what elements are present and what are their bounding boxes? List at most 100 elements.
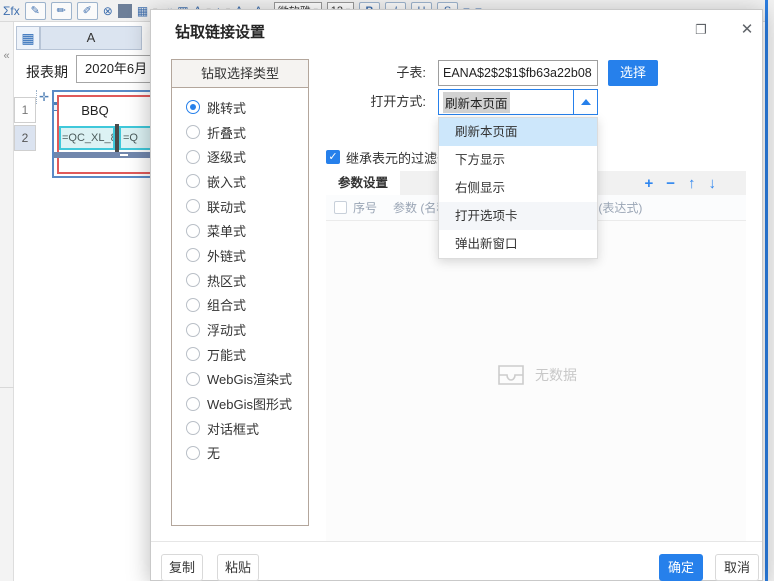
drill-type-label: 菜单式	[207, 221, 246, 240]
open-mode-option[interactable]: 刷新本页面	[439, 118, 597, 146]
footer-divider	[151, 541, 762, 542]
drill-type-option[interactable]: WebGis图形式	[186, 391, 308, 416]
drill-type-option[interactable]: 组合式	[186, 293, 308, 318]
column-header-a[interactable]: A	[40, 26, 142, 50]
drill-type-panel: 钻取选择类型 跳转式折叠式逐级式嵌入式联动式菜单式外链式热区式组合式浮动式万能式…	[171, 59, 309, 526]
pen-tool-button[interactable]: ✎	[25, 2, 46, 20]
radio-icon[interactable]	[186, 298, 200, 312]
cell-formula-left[interactable]: =QC_XL_8⤓	[59, 126, 115, 150]
drill-type-option[interactable]: WebGis渲染式	[186, 367, 308, 392]
drill-type-option[interactable]: 外链式	[186, 243, 308, 268]
brush-icon: ✐	[83, 4, 92, 17]
move-down-icon[interactable]: ↓	[709, 176, 717, 191]
drill-type-option[interactable]: 逐级式	[186, 144, 308, 169]
drill-type-option[interactable]: 对话框式	[186, 416, 308, 441]
drill-type-option[interactable]: 万能式	[186, 342, 308, 367]
drill-type-option[interactable]: 浮动式	[186, 317, 308, 342]
move-handle-icon[interactable]: ✛	[36, 90, 49, 104]
radio-icon[interactable]	[186, 100, 200, 114]
clear-icon[interactable]: ⊗	[103, 2, 113, 20]
drill-type-label: 对话框式	[207, 419, 259, 438]
param-column-header: 序号	[353, 199, 393, 216]
radio-icon[interactable]	[186, 150, 200, 164]
drill-type-option[interactable]: 无	[186, 441, 308, 466]
maximize-icon[interactable]: ❐	[689, 18, 713, 42]
cell-fill-icon[interactable]	[118, 4, 132, 18]
close-icon[interactable]: ✕	[735, 18, 759, 42]
drill-type-label: 万能式	[207, 345, 246, 364]
drill-type-option[interactable]: 嵌入式	[186, 169, 308, 194]
copy-button[interactable]: 复制	[161, 554, 203, 581]
open-mode-select[interactable]: 刷新本页面	[438, 89, 598, 115]
cell-bbq[interactable]: BBQ	[59, 97, 131, 124]
radio-icon[interactable]	[186, 273, 200, 287]
radio-icon[interactable]	[186, 125, 200, 139]
sheet-corner-button[interactable]: ▦	[16, 26, 40, 50]
radio-icon[interactable]	[186, 248, 200, 262]
row-header-2[interactable]: 2	[14, 125, 36, 151]
drill-type-option[interactable]: 折叠式	[186, 120, 308, 145]
open-mode-dropdown: 刷新本页面下方显示右侧显示打开选项卡弹出新窗口	[438, 117, 598, 259]
subtable-input[interactable]: EANA$2$2$1$fb63a22b08	[438, 60, 598, 86]
drill-type-label: 热区式	[207, 271, 246, 290]
open-mode-option[interactable]: 弹出新窗口	[439, 230, 597, 258]
drill-type-option[interactable]: 菜单式	[186, 218, 308, 243]
ok-button[interactable]: 确定	[659, 554, 703, 581]
drill-type-label: 浮动式	[207, 320, 246, 339]
brush-tool-button[interactable]: ✐	[77, 2, 98, 20]
drill-type-list: 跳转式折叠式逐级式嵌入式联动式菜单式外链式热区式组合式浮动式万能式 WebGis渲…	[172, 88, 308, 465]
radio-icon[interactable]	[186, 421, 200, 435]
drill-type-label: 跳转式	[207, 98, 246, 117]
drill-type-panel-header: 钻取选择类型	[172, 60, 308, 88]
drill-type-label: 无	[207, 443, 220, 462]
drill-type-label: WebGis图形式	[207, 394, 292, 413]
parameter-table-body: 无数据	[326, 221, 746, 541]
edit-tool-button[interactable]: ✏	[51, 2, 72, 20]
open-mode-option[interactable]: 右侧显示	[439, 174, 597, 202]
move-up-icon[interactable]: ↑	[688, 176, 696, 191]
row-header-1[interactable]: 1	[14, 97, 36, 123]
radio-icon[interactable]	[186, 446, 200, 460]
table-icon[interactable]: ▦	[137, 2, 148, 20]
parameter-actions: + − ↑ ↓	[644, 171, 716, 195]
subtable-label: 子表:	[331, 60, 426, 86]
formula-icon[interactable]: Σfx	[3, 2, 20, 20]
left-collapse-strip[interactable]: «	[0, 22, 14, 581]
open-mode-label: 打开方式:	[331, 89, 426, 115]
remove-icon[interactable]: −	[666, 176, 675, 191]
radio-icon[interactable]	[186, 323, 200, 337]
drill-type-label: 逐级式	[207, 147, 246, 166]
edit-icon: ✏	[57, 4, 66, 17]
empty-state: 无数据	[326, 363, 746, 387]
drill-type-option[interactable]: 热区式	[186, 268, 308, 293]
open-mode-option[interactable]: 打开选项卡	[439, 202, 597, 230]
radio-icon[interactable]	[186, 372, 200, 386]
add-icon[interactable]: +	[644, 176, 653, 191]
drill-link-settings-dialog: 钻取链接设置 ❐ ✕ 钻取选择类型 跳转式折叠式逐级式嵌入式联动式菜单式外链式热…	[150, 9, 763, 581]
drill-type-label: 嵌入式	[207, 172, 246, 191]
strip-divider	[0, 387, 14, 388]
open-mode-value: 刷新本页面	[443, 92, 510, 113]
radio-icon[interactable]	[186, 199, 200, 213]
radio-icon[interactable]	[186, 174, 200, 188]
drill-type-label: 联动式	[207, 197, 246, 216]
paste-button[interactable]: 粘贴	[217, 554, 259, 581]
radio-icon[interactable]	[186, 347, 200, 361]
cancel-button[interactable]: 取消	[715, 554, 759, 581]
empty-box-icon	[495, 363, 527, 387]
pen-icon: ✎	[31, 4, 40, 17]
radio-icon[interactable]	[186, 224, 200, 238]
open-mode-arrow-button[interactable]	[573, 90, 597, 114]
tab-parameter-settings[interactable]: 参数设置	[326, 171, 400, 195]
subtable-select-button[interactable]: 选择	[608, 60, 658, 86]
drill-type-option[interactable]: 跳转式	[186, 95, 308, 120]
collapse-chevron-icon[interactable]: «	[0, 50, 13, 62]
open-mode-option[interactable]: 下方显示	[439, 146, 597, 174]
select-all-checkbox[interactable]	[334, 201, 347, 214]
drill-type-label: WebGis渲染式	[207, 369, 292, 388]
empty-state-text: 无数据	[535, 365, 577, 385]
radio-icon[interactable]	[186, 397, 200, 411]
drill-type-option[interactable]: 联动式	[186, 194, 308, 219]
right-strip	[768, 0, 774, 581]
inherit-filter-checkbox[interactable]: ✓	[326, 150, 340, 164]
